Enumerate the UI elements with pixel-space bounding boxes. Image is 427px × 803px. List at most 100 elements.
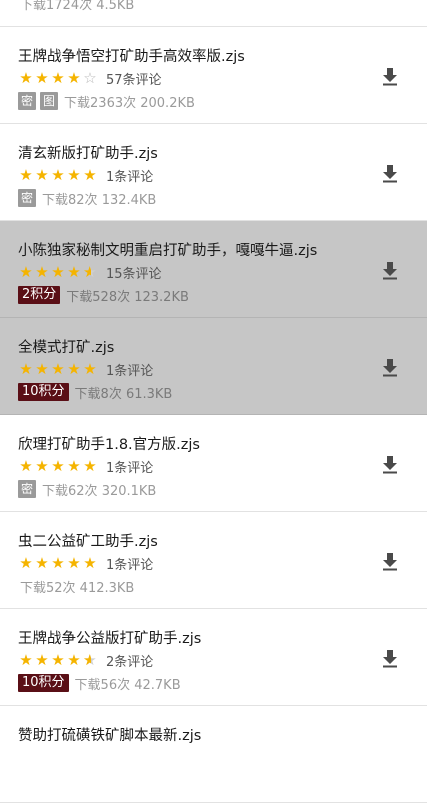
star-icon: ★ [35,457,49,475]
meta-row: 密下载82次 132.4KB [18,188,156,208]
star-half-icon: ★ [82,263,98,281]
download-meta: 下载62次 320.1KB [42,483,157,499]
comment-count[interactable]: 15条评论 [106,263,162,282]
download-meta: 下载52次 412.3KB [20,580,135,596]
list-item-partial[interactable]: 下载1724次 4.5KB [0,0,427,27]
script-title[interactable]: 虫二公益矿工助手.zjs [18,530,367,551]
star-rating: ★ ★ ★ ★ ☆ [18,69,98,87]
star-half-icon: ★ [82,651,98,669]
star-icon: ★ [19,651,33,669]
rating-row: ★ ★ ★ ★ ☆ 57条评论 [18,69,162,88]
download-icon[interactable] [379,65,401,87]
star-icon: ★ [35,69,49,87]
star-rating: ★ ★ ★ ★ ★ [18,554,98,572]
meta-row: 下载52次 412.3KB [18,576,134,596]
list-item[interactable]: 王牌战争公益版打矿助手.zjs★★★★★2条评论10积分下载56次 42.7KB [0,609,427,706]
star-rating: ★ ★ ★ ★ ★ [18,651,98,669]
star-icon: ★ [19,166,33,184]
star-icon: ★ [35,651,49,669]
star-icon: ★ [51,360,65,378]
script-list: 下载1724次 4.5KB 王牌战争悟空打矿助手高效率版.zjs ★ ★ ★ ★ ☆ 57条… [0,0,427,803]
image-badge: 图 [40,92,59,110]
star-icon: ★ [67,166,81,184]
star-rating: ★ ★ ★ ★ ★ [18,166,98,184]
script-title[interactable]: 清玄新版打矿助手.zjs [18,142,367,163]
star-rating: ★ ★ ★ ★ ★ [18,263,98,281]
meta-row: 10积分 下载8次 61.3KB [18,382,172,402]
star-icon: ★ [19,69,33,87]
star-icon: ★ [83,554,97,572]
star-icon: ★ [83,360,97,378]
star-icon: ★ [19,360,33,378]
star-icon: ★ [67,69,81,87]
star-icon: ★ [19,457,33,475]
star-icon: ★ [83,457,97,475]
star-icon: ★ [51,554,65,572]
list-item[interactable]: 小陈独家秘制文明重启打矿助手，嘎嘎牛逼.zjs★★★★★15条评论2积分下载52… [0,221,427,318]
comment-count[interactable]: 57条评论 [106,69,162,88]
list-item[interactable]: 虫二公益矿工助手.zjs ★ ★ ★ ★ ★ 1条评论 下载52次 412.3KB [0,512,427,609]
comment-count[interactable]: 1条评论 [106,360,153,379]
comment-count[interactable]: 2条评论 [106,651,153,670]
comment-count[interactable]: 1条评论 [106,554,153,573]
list-item[interactable]: 欣理打矿助手1.8.官方版.zjs ★ ★ ★ ★ ★ 1条评论密下载62次 320.1KB [0,415,427,512]
encrypted-badge: 密 [18,189,37,207]
star-empty-icon: ☆ [83,69,97,87]
script-title[interactable]: 王牌战争公益版打矿助手.zjs [18,627,367,648]
star-icon: ★ [51,651,65,669]
star-icon: ★ [67,554,81,572]
star-icon: ★ [35,360,49,378]
star-icon: ★ [35,263,49,281]
meta-row: 10积分 下载56次 42.7KB [18,673,181,693]
star-icon: ★ [67,457,81,475]
download-icon[interactable] [379,356,401,378]
script-title[interactable]: 王牌战争悟空打矿助手高效率版.zjs [18,45,367,66]
star-icon: ★ [51,166,65,184]
download-meta: 下载82次 132.4KB [42,192,157,208]
download-meta: 下载528次 123.2KB [66,289,189,305]
list-item[interactable]: 全模式打矿.zjs ★ ★ ★ ★ ★ 1条评论 10积分 下载8次 61.3KB [0,318,427,415]
script-title[interactable]: 小陈独家秘制文明重启打矿助手，嘎嘎牛逼.zjs [18,239,367,260]
points-badge: 10积分 [18,383,69,401]
star-icon: ★ [35,554,49,572]
star-icon: ★ [67,263,81,281]
star-icon: ★ [51,263,65,281]
script-title[interactable]: 赞助打硫磺铁矿脚本最新.zjs [18,724,367,745]
star-icon: ★ [19,554,33,572]
download-icon[interactable] [379,162,401,184]
star-icon: ★ [67,651,81,669]
rating-row: ★ ★ ★ ★ ★ 1条评论 [18,457,153,476]
download-icon[interactable] [379,550,401,572]
star-icon: ★ [51,69,65,87]
rating-row: ★ ★ ★ ★ ★ 1条评论 [18,360,153,379]
list-item[interactable]: 赞助打硫磺铁矿脚本最新.zjs [0,706,427,803]
star-icon: ★ [67,360,81,378]
download-icon[interactable] [379,259,401,281]
download-icon[interactable] [379,647,401,669]
rating-row: ★★★★★2条评论 [18,651,153,670]
list-item[interactable]: 王牌战争悟空打矿助手高效率版.zjs ★ ★ ★ ★ ☆ 57条评论密图下载2363次 20… [0,27,427,124]
meta-row: 密下载62次 320.1KB [18,479,156,499]
star-icon: ★ [19,263,33,281]
star-icon: ★ [83,166,97,184]
download-meta: 下载1724次 4.5KB [20,0,135,13]
encrypted-badge: 密 [18,480,37,498]
star-icon: ★ [35,166,49,184]
download-meta: 下载2363次 200.2KB [64,95,195,111]
download-icon[interactable] [379,453,401,475]
star-rating: ★ ★ ★ ★ ★ [18,457,98,475]
meta-row: 密图下载2363次 200.2KB [18,91,195,111]
comment-count[interactable]: 1条评论 [106,457,153,476]
rating-row: ★★★★★15条评论 [18,263,162,282]
comment-count[interactable]: 1条评论 [106,166,153,185]
list-item[interactable]: 清玄新版打矿助手.zjs ★ ★ ★ ★ ★ 1条评论密下载82次 132.4KB [0,124,427,221]
script-title[interactable]: 欣理打矿助手1.8.官方版.zjs [18,433,367,454]
encrypted-badge: 密 [18,92,37,110]
download-meta: 下载56次 42.7KB [74,677,181,693]
points-badge: 10积分 [18,674,69,692]
star-rating: ★ ★ ★ ★ ★ [18,360,98,378]
script-title[interactable]: 全模式打矿.zjs [18,336,367,357]
meta-row: 2积分 下载528次 123.2KB [18,285,189,305]
star-icon: ★ [51,457,65,475]
download-meta: 下载8次 61.3KB [74,386,173,402]
